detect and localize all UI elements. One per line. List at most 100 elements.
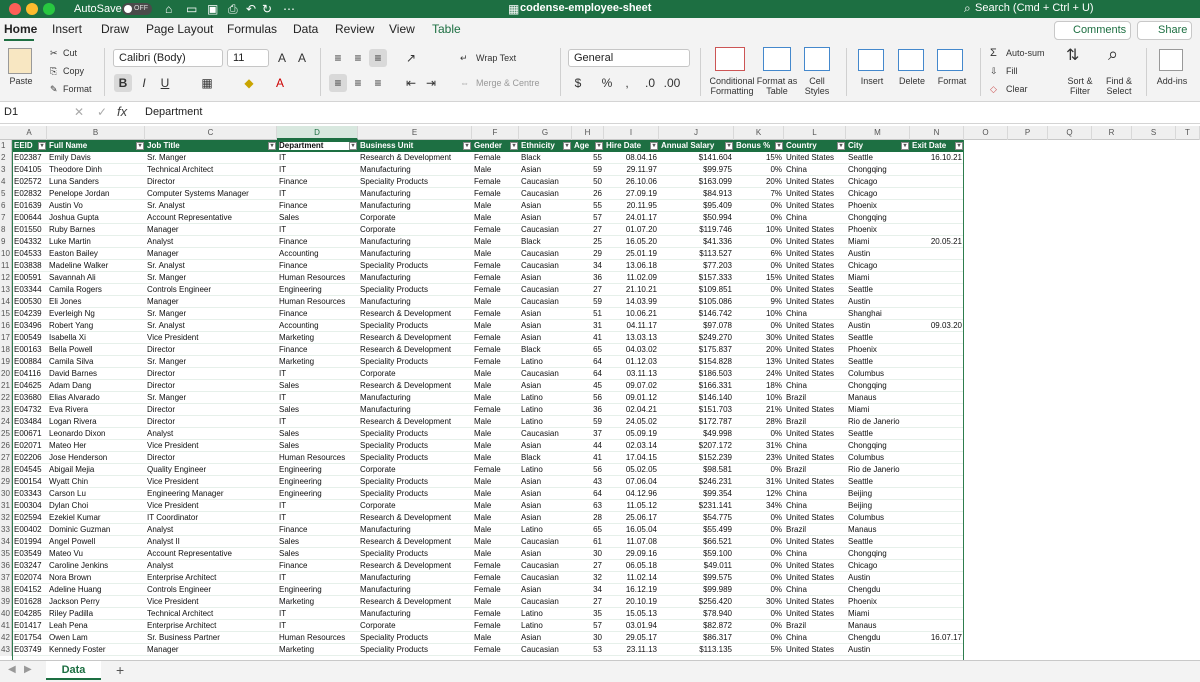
table-cell[interactable]: Chengdu — [846, 584, 910, 596]
row-number[interactable]: 20 — [0, 368, 12, 380]
table-cell[interactable]: Marketing — [277, 356, 358, 368]
align-left-icon[interactable]: ≡ — [329, 74, 347, 92]
table-cell[interactable]: United States — [784, 608, 846, 620]
table-cell[interactable]: E01417 — [12, 620, 47, 632]
table-cell[interactable]: 01.07.20 — [604, 224, 659, 236]
table-cell[interactable]: Manaus — [846, 392, 910, 404]
table-cell[interactable]: 04.11.17 — [604, 320, 659, 332]
table-cell[interactable]: Speciality Products — [358, 260, 472, 272]
table-cell[interactable]: E00154 — [12, 476, 47, 488]
table-cell[interactable]: E00884 — [12, 356, 47, 368]
table-cell[interactable]: 26 — [572, 188, 604, 200]
table-cell[interactable]: Marketing — [277, 644, 358, 656]
font-color-icon[interactable]: A — [271, 74, 289, 92]
table-cell[interactable]: E03496 — [12, 320, 47, 332]
table-cell[interactable]: $99.975 — [659, 164, 734, 176]
row-number[interactable]: 27 — [0, 452, 12, 464]
column-header-j[interactable]: J — [659, 126, 734, 140]
table-cell[interactable]: Sales — [277, 548, 358, 560]
table-cell[interactable]: Manager — [145, 644, 277, 656]
sort-filter-button[interactable]: Sort & Filter — [1058, 76, 1102, 96]
search-input[interactable]: Search (Cmd + Ctrl + U) — [975, 2, 1094, 14]
table-cell[interactable]: E04116 — [12, 368, 47, 380]
table-cell[interactable]: 64 — [572, 356, 604, 368]
table-cell[interactable]: E02074 — [12, 572, 47, 584]
table-cell[interactable]: Male — [472, 212, 519, 224]
table-cell[interactable]: Caucasian — [519, 560, 572, 572]
table-cell[interactable]: Male — [472, 380, 519, 392]
table-cell[interactable]: Manufacturing — [358, 272, 472, 284]
table-cell[interactable]: E00591 — [12, 272, 47, 284]
table-cell[interactable]: Adam Dang — [47, 380, 145, 392]
row-number[interactable]: 36 — [0, 560, 12, 572]
table-cell[interactable]: Asian — [519, 500, 572, 512]
table-cell[interactable]: 24.01.17 — [604, 212, 659, 224]
row-number[interactable]: 26 — [0, 440, 12, 452]
table-cell[interactable]: Finance — [277, 344, 358, 356]
table-cell[interactable]: United States — [784, 572, 846, 584]
table-cell[interactable]: Male — [472, 200, 519, 212]
table-cell[interactable]: Sales — [277, 380, 358, 392]
decrease-font-icon[interactable]: A — [293, 49, 311, 67]
table-cell[interactable]: Asian — [519, 380, 572, 392]
font-name-select[interactable]: Calibri (Body) — [113, 49, 223, 67]
table-cell[interactable]: 20% — [734, 176, 784, 188]
folder-icon[interactable]: ▭ — [186, 2, 197, 16]
table-cell[interactable]: IT — [277, 572, 358, 584]
number-format-select[interactable]: General — [568, 49, 690, 67]
redo-icon[interactable]: ↻ — [262, 2, 272, 16]
table-cell[interactable]: United States — [784, 332, 846, 344]
table-cell[interactable]: United States — [784, 248, 846, 260]
cut-button[interactable]: Cut — [63, 47, 77, 59]
table-cell[interactable]: Caucasian — [519, 284, 572, 296]
table-cell[interactable]: $172.787 — [659, 416, 734, 428]
table-cell[interactable]: $99.575 — [659, 572, 734, 584]
table-cell[interactable]: 6% — [734, 248, 784, 260]
table-cell[interactable]: 41 — [572, 332, 604, 344]
table-cell[interactable]: $95.409 — [659, 200, 734, 212]
table-cell[interactable]: 57 — [572, 620, 604, 632]
table-cell[interactable]: China — [784, 380, 846, 392]
paste-button[interactable]: Paste — [5, 76, 37, 86]
column-header-r[interactable]: R — [1092, 126, 1132, 140]
table-cell[interactable]: $256.420 — [659, 596, 734, 608]
table-cell[interactable]: 44 — [572, 440, 604, 452]
table-cell[interactable]: United States — [784, 356, 846, 368]
table-cell[interactable]: E01628 — [12, 596, 47, 608]
table-cell[interactable]: Caucasian — [519, 368, 572, 380]
table-cell[interactable]: $151.703 — [659, 404, 734, 416]
table-cell[interactable]: Sr. Manger — [145, 356, 277, 368]
table-cell[interactable]: United States — [784, 404, 846, 416]
row-number[interactable]: 43 — [0, 644, 12, 656]
function-icon[interactable]: fx — [117, 104, 127, 119]
table-cell[interactable] — [910, 356, 964, 368]
table-cell[interactable]: Female — [472, 176, 519, 188]
filter-dropdown-icon[interactable]: ▾ — [38, 142, 46, 150]
table-cell[interactable]: 16.10.21 — [910, 152, 964, 164]
table-cell[interactable]: 9% — [734, 296, 784, 308]
paste-icon[interactable] — [8, 48, 32, 74]
table-cell[interactable]: Director — [145, 452, 277, 464]
table-cell[interactable]: Sr. Analyst — [145, 200, 277, 212]
table-cell[interactable]: Caucasian — [519, 260, 572, 272]
table-cell[interactable]: 0% — [734, 512, 784, 524]
table-cell[interactable]: Black — [519, 152, 572, 164]
column-header-g[interactable]: G — [519, 126, 572, 140]
table-cell[interactable]: 43 — [572, 476, 604, 488]
table-cell[interactable]: China — [784, 308, 846, 320]
table-cell[interactable]: Asian — [519, 200, 572, 212]
table-cell[interactable]: United States — [784, 176, 846, 188]
row-number[interactable]: 13 — [0, 284, 12, 296]
table-cell[interactable]: Manufacturing — [358, 392, 472, 404]
table-cell[interactable]: IT — [277, 224, 358, 236]
table-cell[interactable]: $246.231 — [659, 476, 734, 488]
table-cell[interactable]: $50.994 — [659, 212, 734, 224]
table-cell[interactable]: Caucasian — [519, 188, 572, 200]
filter-dropdown-icon[interactable]: ▾ — [463, 142, 471, 150]
table-cell[interactable]: 51 — [572, 308, 604, 320]
table-cell[interactable]: Everleigh Ng — [47, 308, 145, 320]
table-cell[interactable] — [910, 332, 964, 344]
table-cell[interactable]: Savannah Ali — [47, 272, 145, 284]
column-header-n[interactable]: N — [910, 126, 964, 140]
align-bottom-icon[interactable]: ≡ — [369, 49, 387, 67]
